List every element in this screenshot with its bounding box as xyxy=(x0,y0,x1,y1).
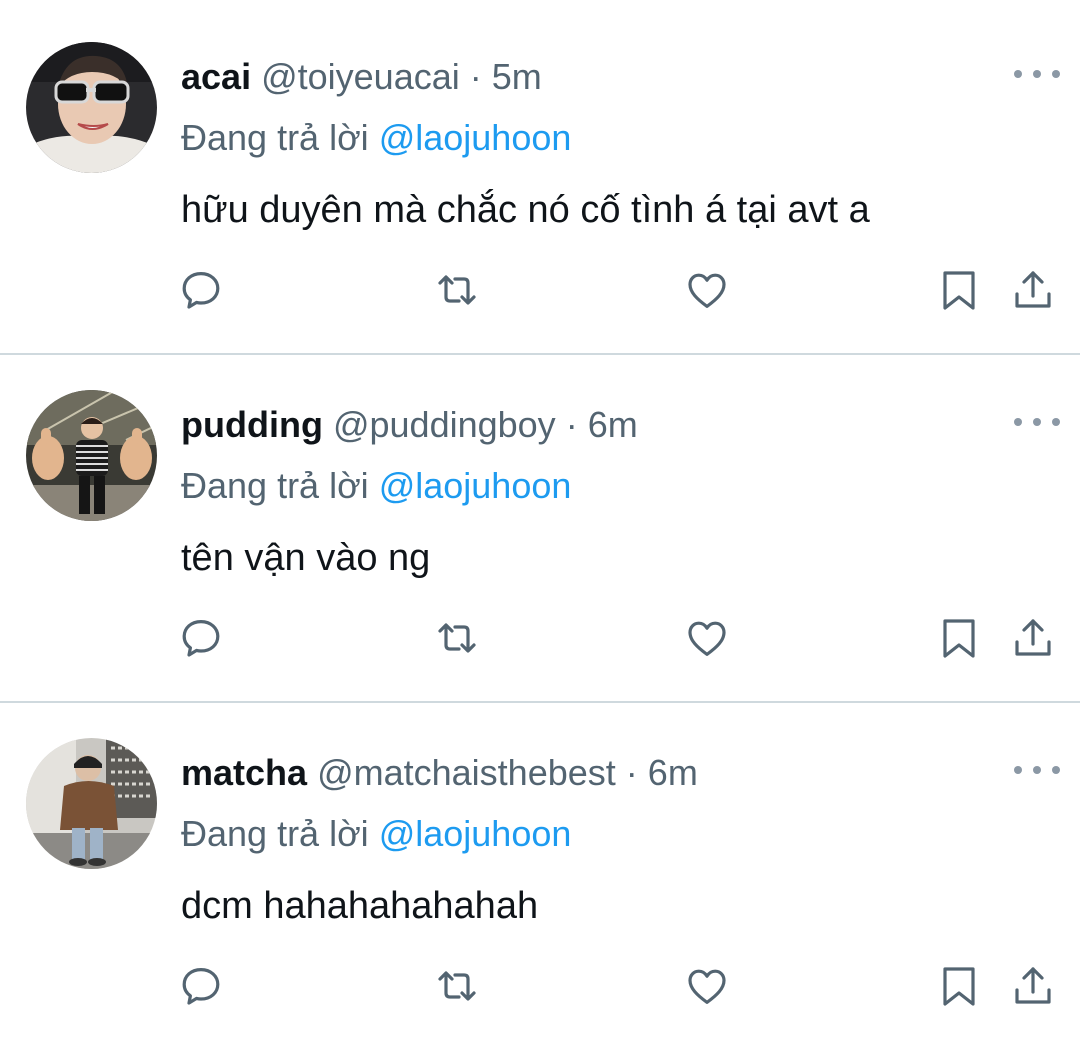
reply-button[interactable] xyxy=(176,961,226,1011)
tweet-text: hữu duyên mà chắc nó cố tình á tại avt a xyxy=(181,189,870,231)
timestamp[interactable]: 6m xyxy=(588,404,638,445)
like-button[interactable] xyxy=(682,961,732,1011)
timestamp[interactable]: 6m xyxy=(648,752,698,793)
bookmark-button[interactable] xyxy=(934,613,984,663)
retweet-icon xyxy=(438,971,476,1001)
tweet-header: acai @toiyeuacai · 5m xyxy=(181,55,542,99)
tweet[interactable]: matcha @matchaisthebest · 6m Đang trả lờ… xyxy=(0,696,1080,1044)
avatar[interactable] xyxy=(26,42,157,173)
avatar[interactable] xyxy=(26,390,157,521)
tweet[interactable]: pudding @puddingboy · 6m Đang trả lời @l… xyxy=(0,348,1080,696)
display-name[interactable]: acai xyxy=(181,56,251,97)
replying-to-link[interactable]: @laojuhoon xyxy=(379,813,572,854)
tweet[interactable]: acai @toiyeuacai · 5m Đang trả lời @laoj… xyxy=(0,0,1080,348)
like-button[interactable] xyxy=(682,613,732,663)
display-name[interactable]: matcha xyxy=(181,752,307,793)
tweet-text: tên vận vào ng xyxy=(181,537,431,579)
like-button[interactable] xyxy=(682,265,732,315)
separator-dot: · xyxy=(565,404,578,445)
retweet-button[interactable] xyxy=(432,613,482,663)
share-button[interactable] xyxy=(1008,265,1058,315)
reply-button[interactable] xyxy=(176,265,226,315)
avatar-image xyxy=(26,738,157,869)
bookmark-icon xyxy=(943,619,975,658)
reply-icon xyxy=(182,272,220,309)
user-handle[interactable]: @matchaisthebest xyxy=(317,752,616,793)
bookmark-icon xyxy=(943,967,975,1006)
share-button[interactable] xyxy=(1008,613,1058,663)
more-icon[interactable] xyxy=(1014,62,1060,86)
avatar-image xyxy=(26,390,157,521)
more-icon[interactable] xyxy=(1014,410,1060,434)
share-icon xyxy=(1015,619,1051,656)
tweet-header: pudding @puddingboy · 6m xyxy=(181,403,638,447)
heart-icon xyxy=(688,621,726,656)
replying-to-link[interactable]: @laojuhoon xyxy=(379,117,572,158)
replying-to-link[interactable]: @laojuhoon xyxy=(379,465,572,506)
share-icon xyxy=(1015,967,1051,1004)
user-handle[interactable]: @toiyeuacai xyxy=(261,56,460,97)
more-icon[interactable] xyxy=(1014,758,1060,782)
reply-icon xyxy=(182,968,220,1005)
retweet-button[interactable] xyxy=(432,265,482,315)
bookmark-button[interactable] xyxy=(934,265,984,315)
avatar-image xyxy=(26,42,157,173)
separator-dot: · xyxy=(469,56,482,97)
bookmark-button[interactable] xyxy=(934,961,984,1011)
timestamp[interactable]: 5m xyxy=(492,56,542,97)
share-icon xyxy=(1015,271,1051,308)
replying-to: Đang trả lời @laojuhoon xyxy=(181,116,571,160)
user-handle[interactable]: @puddingboy xyxy=(333,404,556,445)
share-button[interactable] xyxy=(1008,961,1058,1011)
tweet-header: matcha @matchaisthebest · 6m xyxy=(181,751,698,795)
replying-to-label: Đang trả lời xyxy=(181,117,369,158)
reply-icon xyxy=(182,620,220,657)
display-name[interactable]: pudding xyxy=(181,404,323,445)
replying-to: Đang trả lời @laojuhoon xyxy=(181,812,571,856)
retweet-button[interactable] xyxy=(432,961,482,1011)
replying-to-label: Đang trả lời xyxy=(181,465,369,506)
heart-icon xyxy=(688,969,726,1004)
retweet-icon xyxy=(438,275,476,305)
replying-to-label: Đang trả lời xyxy=(181,813,369,854)
tweet-text: dcm hahahahahahah xyxy=(181,885,539,927)
replying-to: Đang trả lời @laojuhoon xyxy=(181,464,571,508)
heart-icon xyxy=(688,273,726,308)
separator-dot: · xyxy=(625,752,638,793)
avatar[interactable] xyxy=(26,738,157,869)
retweet-icon xyxy=(438,623,476,653)
bookmark-icon xyxy=(943,271,975,310)
reply-button[interactable] xyxy=(176,613,226,663)
